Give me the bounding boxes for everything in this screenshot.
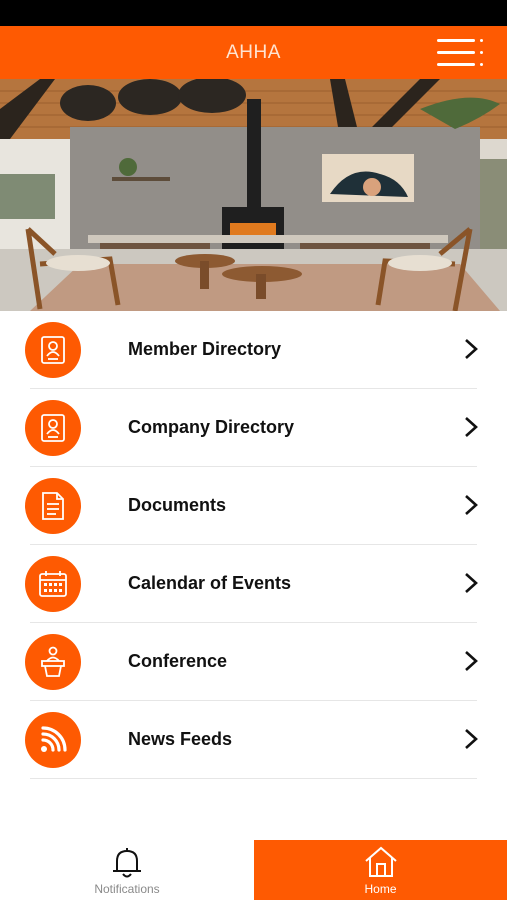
- menu-item-label: Company Directory: [128, 417, 295, 437]
- chevron-right-icon: [465, 573, 478, 593]
- chevron-right-icon: [465, 417, 478, 437]
- chevron-right-icon: [465, 339, 478, 359]
- tab-label: Notifications: [94, 882, 160, 896]
- chevron-right-icon: [465, 729, 478, 749]
- menu-item-label: Documents: [128, 495, 227, 515]
- menu-item-documents[interactable]: Documents: [0, 467, 507, 545]
- menu-item-label: Conference: [128, 651, 228, 671]
- document-icon: [25, 478, 81, 534]
- tab-notifications[interactable]: Notifications: [0, 840, 254, 900]
- menu-item-label: News Feeds: [128, 729, 233, 749]
- chevron-right-icon: [465, 651, 478, 671]
- app-title: AHHA: [226, 41, 281, 63]
- contact-card-icon: [25, 322, 81, 378]
- bell-icon: [113, 848, 141, 878]
- hamburger-menu-button[interactable]: [437, 38, 483, 68]
- menu-item-label: Member Directory: [128, 339, 282, 359]
- menu-item-label: Calendar of Events: [128, 573, 292, 593]
- chevron-right-icon: [465, 495, 478, 515]
- bottom-tab-bar: Notifications Home: [0, 840, 507, 900]
- menu-item-member-directory[interactable]: Member Directory: [0, 311, 507, 389]
- menu-item-news-feeds[interactable]: News Feeds: [0, 701, 507, 779]
- main-menu-list: Member Directory Company Directory Docum…: [0, 311, 507, 779]
- home-icon: [364, 846, 397, 877]
- tab-label: Home: [364, 882, 397, 896]
- divider: [30, 778, 477, 779]
- tab-home[interactable]: Home: [254, 840, 507, 900]
- contact-card-icon: [25, 400, 81, 456]
- hero-photo: [0, 79, 507, 311]
- menu-item-company-directory[interactable]: Company Directory: [0, 389, 507, 467]
- podium-speaker-icon: [25, 634, 81, 690]
- app-header: AHHA: [0, 26, 507, 79]
- rss-icon: [25, 712, 81, 768]
- menu-item-calendar-of-events[interactable]: Calendar of Events: [0, 545, 507, 623]
- status-bar: [0, 0, 507, 26]
- menu-item-conference[interactable]: Conference: [0, 623, 507, 701]
- calendar-icon: [25, 556, 81, 612]
